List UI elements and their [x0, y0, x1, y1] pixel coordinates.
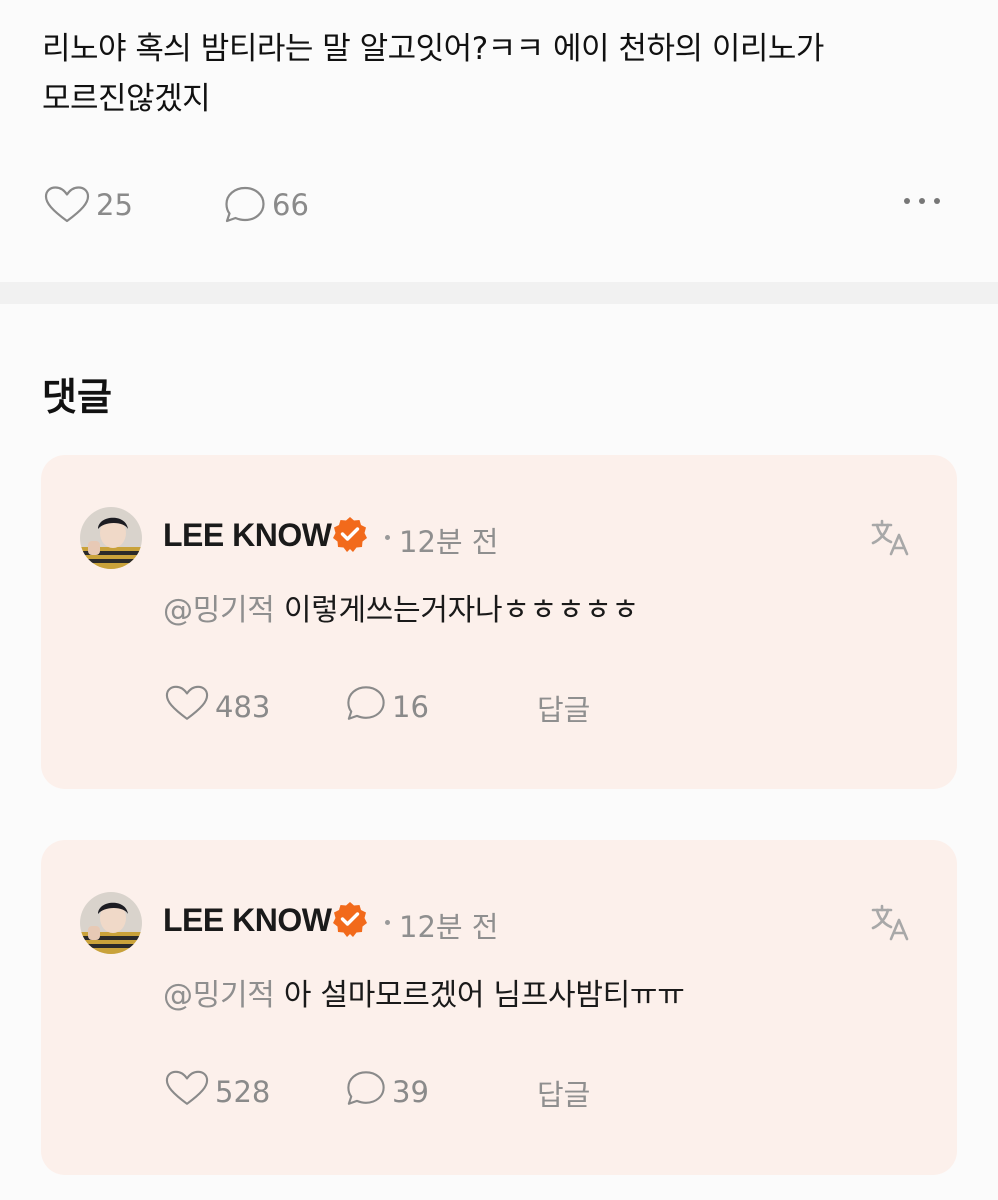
speech-bubble-icon	[224, 186, 266, 224]
comment-like-count: 528	[215, 1075, 271, 1109]
section-divider	[0, 282, 998, 304]
post-like-button[interactable]: 25	[44, 186, 133, 224]
post-comment-count: 66	[272, 188, 309, 222]
heart-icon	[165, 1070, 209, 1114]
translate-icon[interactable]	[869, 515, 913, 563]
comment-time: 12분 전	[399, 525, 499, 559]
comment-text: 이렇게쓰는거자나ㅎㅎㅎㅎㅎ	[283, 593, 639, 628]
comment-card: LEE KNOW 12분 전 @밍기적 이렇게쓰는거자나ㅎㅎㅎㅎㅎ 483 16…	[41, 455, 957, 789]
comment-like-button[interactable]: 528	[165, 1070, 270, 1114]
speech-bubble-icon	[346, 1070, 386, 1114]
comment-author[interactable]: LEE KNOW	[163, 517, 332, 554]
verified-badge-icon	[331, 515, 369, 557]
comment-author[interactable]: LEE KNOW	[163, 902, 332, 939]
comment-reply-count: 39	[392, 1075, 429, 1109]
comment-reply-count-button[interactable]: 39	[346, 1070, 429, 1114]
more-dots-icon[interactable]	[904, 198, 940, 204]
comment-body: @밍기적 이렇게쓰는거자나ㅎㅎㅎㅎㅎ	[163, 585, 639, 629]
heart-icon	[165, 685, 209, 729]
separator-dot	[385, 920, 390, 925]
speech-bubble-icon	[346, 685, 386, 729]
post-comment-button[interactable]: 66	[224, 186, 309, 224]
reply-button[interactable]: 답글	[537, 687, 590, 729]
comment-like-button[interactable]: 483	[165, 685, 270, 729]
comment-mention[interactable]: @밍기적	[163, 978, 275, 1013]
verified-badge-icon	[331, 900, 369, 942]
comment-text: 아 설마모르겠어 님프사밤티ㅠㅠ	[283, 978, 685, 1013]
comment-time: 12분 전	[399, 910, 499, 944]
reply-button[interactable]: 답글	[537, 1072, 590, 1114]
post-like-count: 25	[96, 188, 133, 222]
comments-title: 댓글	[42, 375, 112, 419]
translate-icon[interactable]	[869, 900, 913, 948]
separator-dot	[385, 535, 390, 540]
avatar[interactable]	[80, 507, 142, 569]
comment-mention[interactable]: @밍기적	[163, 593, 275, 628]
heart-icon	[44, 186, 90, 224]
comment-like-count: 483	[215, 690, 271, 724]
comment-reply-count-button[interactable]: 16	[346, 685, 429, 729]
post-text: 리노야 혹싀 밤티라는 말 알고잇어?ㅋㅋ 에이 천하의 이리노가 모르진않겠지	[42, 31, 824, 117]
avatar[interactable]	[80, 892, 142, 954]
comment-body: @밍기적 아 설마모르겠어 님프사밤티ㅠㅠ	[163, 970, 685, 1014]
comment-reply-count: 16	[392, 690, 429, 724]
comment-card: LEE KNOW 12분 전 @밍기적 아 설마모르겠어 님프사밤티ㅠㅠ 528	[41, 840, 957, 1175]
